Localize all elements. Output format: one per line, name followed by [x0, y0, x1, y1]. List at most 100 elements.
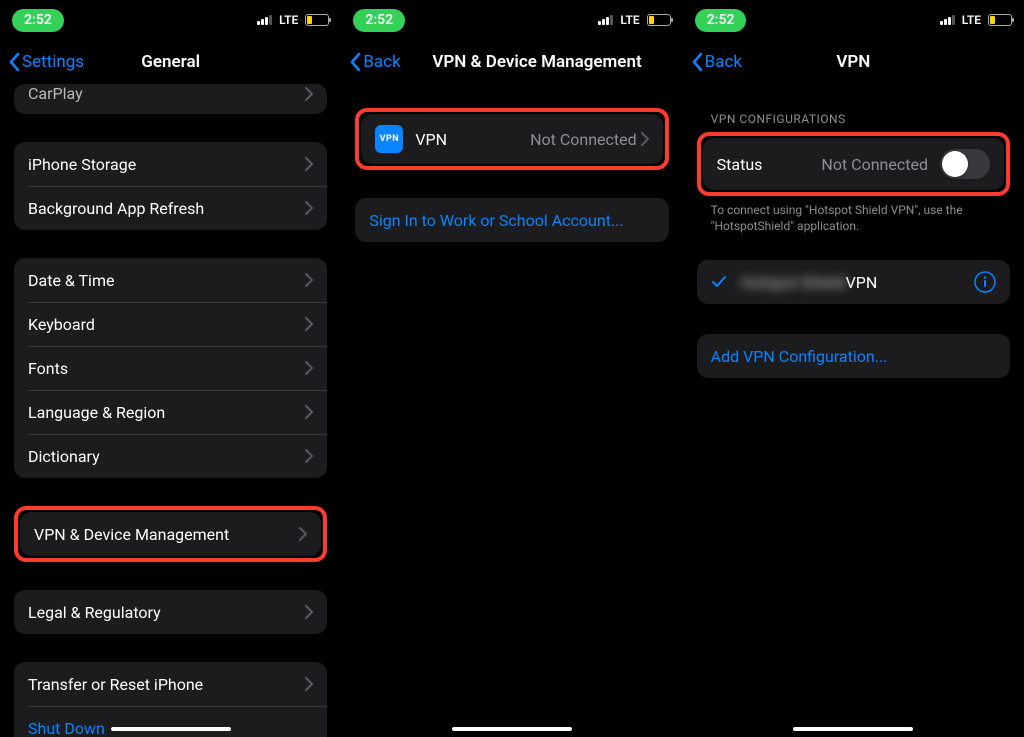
row-label: iPhone Storage	[28, 155, 305, 174]
section-header: VPN CONFIGURATIONS	[697, 112, 1010, 132]
row-signin[interactable]: Sign In to Work or School Account...	[355, 198, 668, 242]
chevron-right-icon	[305, 201, 313, 215]
config-name: Hotspot Shield VPN	[741, 273, 966, 292]
status-toggle[interactable]	[940, 149, 990, 179]
chevron-right-icon	[305, 605, 313, 619]
screen-general: 2:52 LTE Settings General CarPlay iPhone…	[0, 0, 341, 737]
time-pill: 2:52	[353, 9, 405, 32]
home-indicator[interactable]	[793, 727, 913, 731]
group-config: Hotspot Shield VPN	[697, 260, 1010, 304]
row-background-refresh[interactable]: Background App Refresh	[14, 186, 327, 230]
row-fonts[interactable]: Fonts	[14, 346, 327, 390]
status-bar: 2:52 LTE	[683, 0, 1024, 40]
home-indicator[interactable]	[452, 727, 572, 731]
row-language-region[interactable]: Language & Region	[14, 390, 327, 434]
row-label: Background App Refresh	[28, 199, 305, 218]
row-label: Sign In to Work or School Account...	[369, 211, 654, 230]
footer-note: To connect using "Hotspot Shield VPN", u…	[697, 196, 1010, 234]
nav-bar: Back VPN	[683, 40, 1024, 84]
row-label: Transfer or Reset iPhone	[28, 675, 305, 694]
signal-icon	[257, 15, 272, 25]
row-shut-down[interactable]: Shut Down	[14, 706, 327, 737]
back-button[interactable]: Back	[691, 52, 742, 72]
info-icon[interactable]	[974, 271, 996, 293]
content: CarPlay iPhone Storage Background App Re…	[0, 84, 341, 737]
chevron-right-icon	[305, 157, 313, 171]
status-right: LTE	[598, 13, 670, 27]
row-label: Language & Region	[28, 403, 305, 422]
chevron-right-icon	[641, 132, 649, 146]
battery-icon	[647, 14, 671, 26]
content: VPN VPN Not Connected Sign In to Work or…	[341, 84, 682, 737]
chevron-right-icon	[305, 405, 313, 419]
row-status: Status Not Connected	[703, 138, 1004, 190]
chevron-left-icon	[691, 52, 703, 72]
row-add-config[interactable]: Add VPN Configuration...	[697, 334, 1010, 378]
chevron-left-icon	[349, 52, 361, 72]
group-datetime: Date & Time Keyboard Fonts Language & Re…	[14, 258, 327, 478]
row-label: Dictionary	[28, 447, 305, 466]
chevron-right-icon	[305, 87, 313, 101]
chevron-right-icon	[305, 317, 313, 331]
row-label: Status	[717, 155, 822, 174]
battery-icon	[988, 14, 1012, 26]
back-label: Settings	[22, 52, 84, 72]
vpn-status-value: Not Connected	[530, 130, 637, 149]
group-legal: Legal & Regulatory	[14, 590, 327, 634]
chevron-right-icon	[305, 449, 313, 463]
status-bar: 2:52 LTE	[341, 0, 682, 40]
vpn-icon: VPN	[375, 125, 403, 153]
status-bar: 2:52 LTE	[0, 0, 341, 40]
screen-vpn: 2:52 LTE Back VPN VPN CONFIGURATIONS Sta…	[683, 0, 1024, 737]
row-dictionary[interactable]: Dictionary	[14, 434, 327, 478]
time-pill: 2:52	[695, 9, 747, 32]
nav-bar: Back VPN & Device Management	[341, 40, 682, 84]
group-carplay: CarPlay	[14, 84, 327, 114]
row-label: VPN	[415, 130, 530, 149]
chevron-right-icon	[299, 527, 307, 541]
row-transfer-reset[interactable]: Transfer or Reset iPhone	[14, 662, 327, 706]
screen-vpn-device: 2:52 LTE Back VPN & Device Management VP…	[341, 0, 682, 737]
nav-bar: Settings General	[0, 40, 341, 84]
row-carplay[interactable]: CarPlay	[14, 84, 327, 114]
home-indicator[interactable]	[111, 727, 231, 731]
back-label: Back	[705, 52, 742, 72]
row-keyboard[interactable]: Keyboard	[14, 302, 327, 346]
nav-title: VPN & Device Management	[391, 52, 682, 72]
group-signin: Sign In to Work or School Account...	[355, 198, 668, 242]
row-label: Date & Time	[28, 271, 305, 290]
group-storage: iPhone Storage Background App Refresh	[14, 142, 327, 230]
chevron-left-icon	[8, 52, 20, 72]
row-label: CarPlay	[28, 84, 305, 103]
network-label: LTE	[620, 13, 639, 27]
row-vpn-device[interactable]: VPN & Device Management	[20, 512, 321, 556]
back-button[interactable]: Back	[349, 52, 400, 72]
signal-icon	[598, 15, 613, 25]
row-label: VPN & Device Management	[34, 525, 299, 544]
back-label: Back	[363, 52, 400, 72]
status-right: LTE	[257, 13, 329, 27]
highlight-vpn-row: VPN VPN Not Connected	[355, 108, 668, 170]
chevron-right-icon	[305, 677, 313, 691]
status-right: LTE	[940, 13, 1012, 27]
network-label: LTE	[962, 13, 981, 27]
row-vpn[interactable]: VPN VPN Not Connected	[361, 114, 662, 164]
time-pill: 2:52	[12, 9, 64, 32]
back-button[interactable]: Settings	[8, 52, 84, 72]
row-legal[interactable]: Legal & Regulatory	[14, 590, 327, 634]
row-label: Add VPN Configuration...	[711, 347, 996, 366]
group-add-config: Add VPN Configuration...	[697, 334, 1010, 378]
chevron-right-icon	[305, 273, 313, 287]
group-reset: Transfer or Reset iPhone Shut Down	[14, 662, 327, 737]
checkmark-icon	[711, 274, 727, 290]
network-label: LTE	[279, 13, 298, 27]
battery-icon	[305, 14, 329, 26]
highlight-vpn-device: VPN & Device Management	[14, 506, 327, 562]
row-label: Keyboard	[28, 315, 305, 334]
content: VPN CONFIGURATIONS Status Not Connected …	[683, 84, 1024, 737]
config-name-hidden: Hotspot Shield	[741, 273, 846, 292]
config-name-visible: VPN	[846, 273, 878, 292]
row-iphone-storage[interactable]: iPhone Storage	[14, 142, 327, 186]
row-date-time[interactable]: Date & Time	[14, 258, 327, 302]
row-vpn-config[interactable]: Hotspot Shield VPN	[697, 260, 1010, 304]
